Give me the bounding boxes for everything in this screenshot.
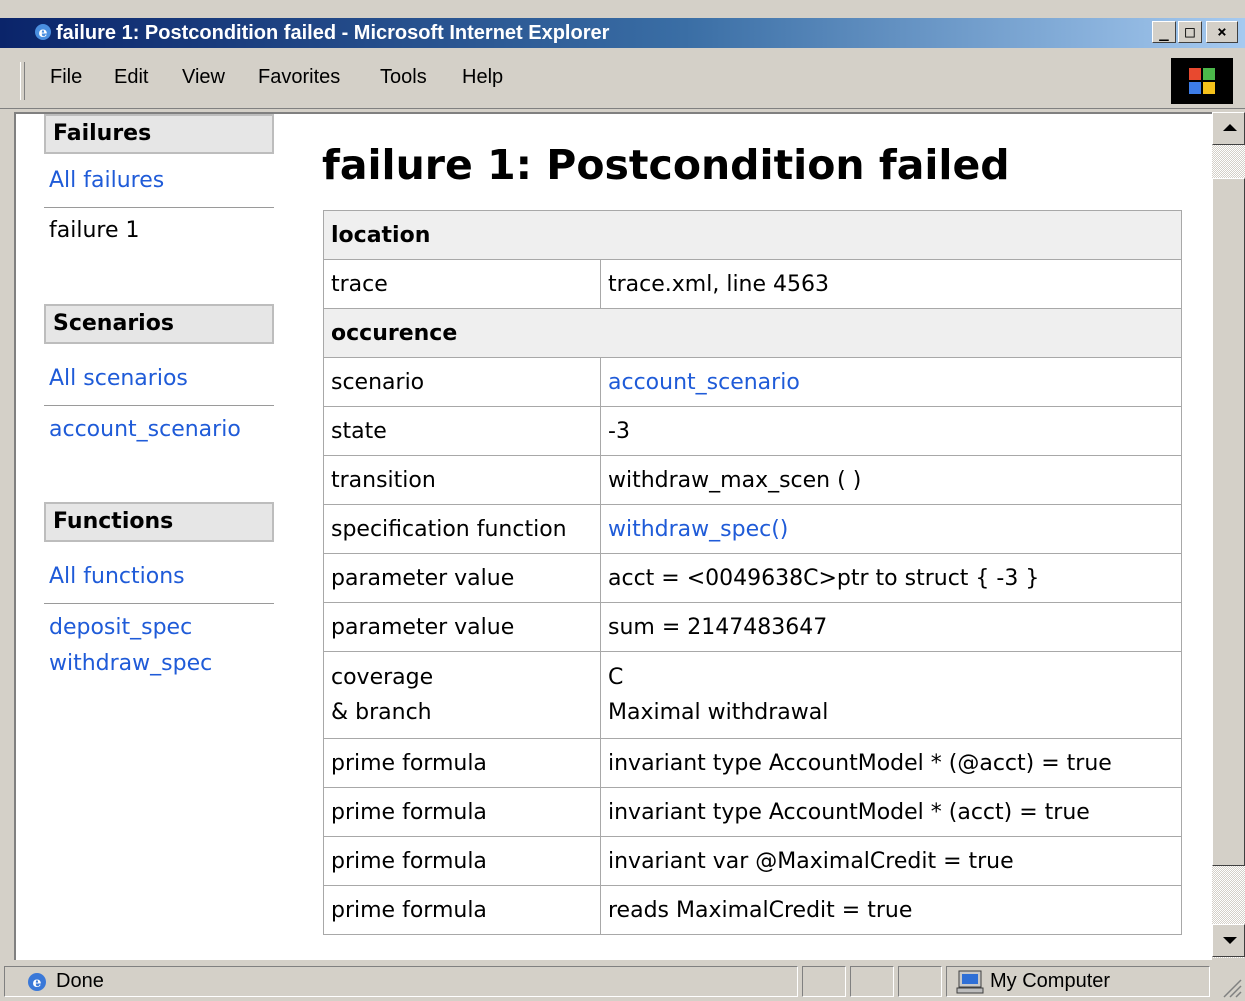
section-heading-location: location — [323, 210, 1182, 260]
vertical-scrollbar[interactable] — [1212, 112, 1245, 958]
divider — [44, 207, 274, 208]
table-row: prime formula invariant type AccountMode… — [323, 787, 1182, 837]
row-value: trace.xml, line 4563 — [600, 259, 1182, 309]
close-button[interactable]: × — [1206, 21, 1238, 43]
row-key: trace — [323, 259, 601, 309]
all-functions-link[interactable]: All functions — [49, 564, 185, 589]
scroll-down-button[interactable] — [1212, 924, 1245, 957]
scroll-up-button[interactable] — [1212, 112, 1245, 145]
sidebar-heading-failures: Failures — [44, 114, 274, 154]
menu-bar: File Edit View Favorites Tools Help — [0, 52, 1245, 109]
sidebar-item-failure-1: failure 1 — [49, 218, 140, 243]
row-key-line: & branch — [331, 700, 432, 725]
row-value-line: C — [608, 665, 624, 690]
divider — [44, 405, 274, 406]
scrollbar-thumb[interactable] — [1212, 178, 1245, 866]
row-key-line: coverage — [331, 665, 434, 690]
status-panel — [850, 966, 894, 997]
table-row: parameter value sum = 2147483647 — [323, 602, 1182, 652]
row-key: coverage & branch — [323, 651, 601, 739]
row-key: prime formula — [323, 836, 601, 886]
row-value: reads MaximalCredit = true — [600, 885, 1182, 935]
section-heading-occurence: occurence — [323, 308, 1182, 358]
table-row: trace trace.xml, line 4563 — [323, 259, 1182, 309]
status-text: Done — [56, 970, 104, 992]
maximize-button[interactable]: □ — [1178, 21, 1202, 43]
section-header-row: occurence — [323, 308, 1182, 358]
status-panel — [802, 966, 846, 997]
row-value: invariant type AccountModel * (@acct) = … — [600, 738, 1182, 788]
table-row: prime formula invariant type AccountMode… — [323, 738, 1182, 788]
row-value: invariant var @MaximalCredit = true — [600, 836, 1182, 886]
arrow-down-icon — [1223, 937, 1237, 944]
row-key: parameter value — [323, 553, 601, 603]
sidebar-item-account-scenario[interactable]: account_scenario — [49, 417, 241, 442]
row-value: sum = 2147483647 — [600, 602, 1182, 652]
menu-tools[interactable]: Tools — [380, 66, 427, 89]
page-title: failure 1: Postcondition failed — [322, 141, 1010, 190]
row-value: C Maximal withdrawal — [600, 651, 1182, 739]
page-viewport: Failures All failures failure 1 Scenario… — [14, 112, 1212, 960]
row-value: withdraw_max_scen ( ) — [600, 455, 1182, 505]
my-computer-icon — [956, 970, 984, 994]
table-row: scenario account_scenario — [323, 357, 1182, 407]
scenario-link[interactable]: account_scenario — [608, 370, 800, 395]
sidebar-item-deposit-spec[interactable]: deposit_spec — [49, 615, 192, 640]
sidebar-heading-functions: Functions — [44, 502, 274, 542]
svg-text:e: e — [39, 25, 48, 41]
sidebar-item-withdraw-spec[interactable]: withdraw_spec — [49, 651, 212, 676]
row-value: -3 — [600, 406, 1182, 456]
table-row: specification function withdraw_spec() — [323, 504, 1182, 554]
status-bar: e Done My Computer — [0, 962, 1245, 1001]
page-done-icon: e — [28, 973, 46, 991]
windows-logo-icon — [1171, 58, 1233, 104]
resize-grip-icon[interactable] — [1222, 978, 1242, 998]
row-key: specification function — [323, 504, 601, 554]
row-key: parameter value — [323, 602, 601, 652]
window-title-bar[interactable]: e failure 1: Postcondition failed - Micr… — [0, 18, 1245, 48]
failure-details-table: location trace trace.xml, line 4563 occu… — [323, 210, 1182, 935]
row-value: acct = <0049638C>ptr to struct { -3 } — [600, 553, 1182, 603]
status-panel — [4, 966, 798, 997]
row-value-line: Maximal withdrawal — [608, 700, 829, 725]
table-row: state -3 — [323, 406, 1182, 456]
internet-explorer-icon: e — [35, 24, 51, 41]
status-panel — [898, 966, 942, 997]
menu-file[interactable]: File — [50, 66, 82, 89]
menu-view[interactable]: View — [182, 66, 225, 89]
row-key: transition — [323, 455, 601, 505]
toolbar-grip[interactable] — [20, 62, 25, 100]
svg-text:e: e — [33, 975, 42, 991]
row-key: prime formula — [323, 738, 601, 788]
menu-help[interactable]: Help — [462, 66, 503, 89]
all-failures-link[interactable]: All failures — [49, 168, 164, 193]
row-key: scenario — [323, 357, 601, 407]
arrow-up-icon — [1223, 124, 1237, 131]
table-row: parameter value acct = <0049638C>ptr to … — [323, 553, 1182, 603]
sidebar-heading-scenarios: Scenarios — [44, 304, 274, 344]
table-row: transition withdraw_max_scen ( ) — [323, 455, 1182, 505]
row-key: state — [323, 406, 601, 456]
minimize-button[interactable]: _ — [1152, 21, 1176, 43]
security-zone-label: My Computer — [990, 970, 1111, 992]
menu-edit[interactable]: Edit — [114, 66, 148, 89]
window-title: failure 1: Postcondition failed - Micros… — [56, 22, 610, 44]
all-scenarios-link[interactable]: All scenarios — [49, 366, 188, 391]
menu-favorites[interactable]: Favorites — [258, 66, 340, 89]
divider — [44, 603, 274, 604]
table-row: prime formula invariant var @MaximalCred… — [323, 836, 1182, 886]
row-key: prime formula — [323, 787, 601, 837]
specification-function-link[interactable]: withdraw_spec() — [608, 517, 788, 542]
section-header-row: location — [323, 210, 1182, 260]
table-row: coverage & branch C Maximal withdrawal — [323, 651, 1182, 739]
table-row: prime formula reads MaximalCredit = true — [323, 885, 1182, 935]
row-key: prime formula — [323, 885, 601, 935]
row-value: invariant type AccountModel * (acct) = t… — [600, 787, 1182, 837]
